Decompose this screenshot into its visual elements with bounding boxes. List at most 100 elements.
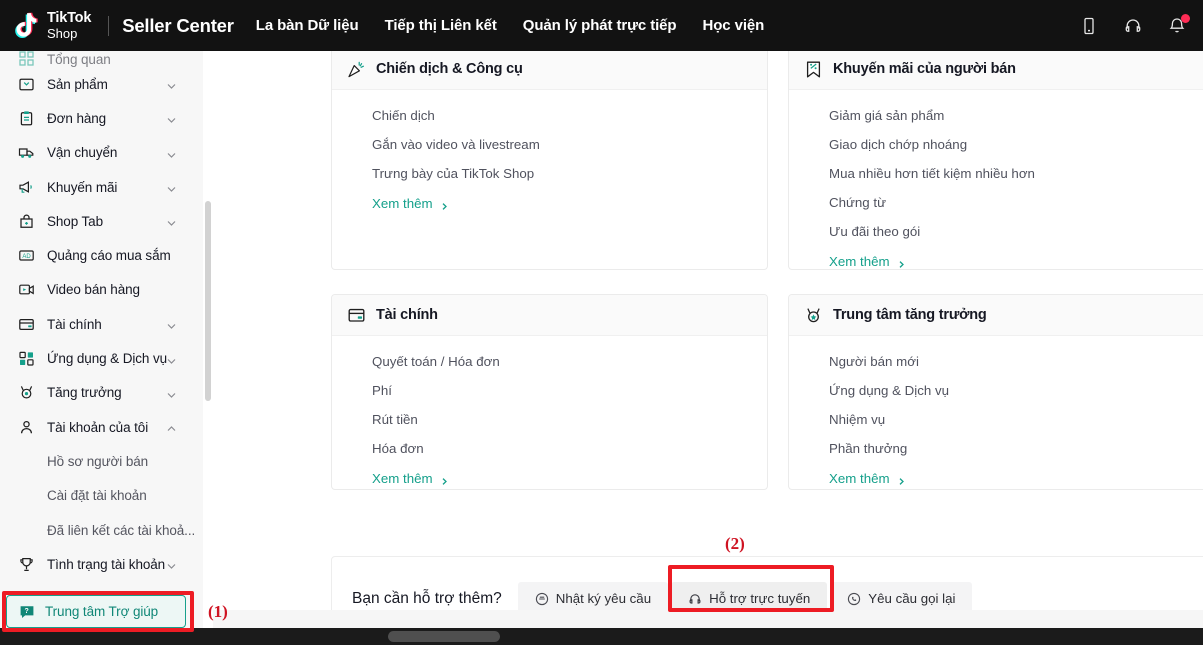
chevron-down-icon	[166, 79, 177, 90]
card-see-more-link[interactable]: Xem thêm	[372, 471, 449, 486]
card-campaigns-tools: Chiến dịch & Công cụ Chiến dịch Gắn vào …	[331, 51, 768, 270]
chevron-down-icon	[166, 147, 177, 158]
help-center-pill[interactable]: ? Trung tâm Trợ giúp	[6, 595, 186, 628]
sidebar-subitem-account-settings[interactable]: Cài đặt tài khoản	[0, 479, 203, 513]
card-link[interactable]: Ưu đãi theo gói	[829, 224, 1203, 239]
tiktok-shop-logo[interactable]: TikTok Shop	[14, 11, 91, 40]
truck-icon	[18, 144, 35, 161]
card-link[interactable]: Hóa đơn	[372, 441, 767, 456]
card-link[interactable]: Phí	[372, 383, 767, 398]
card-link[interactable]: Chiến dịch	[372, 108, 767, 123]
nav-item-affiliate-marketing[interactable]: Tiếp thị Liên kết	[385, 17, 497, 34]
main-content: Chiến dịch & Công cụ Chiến dịch Gắn vào …	[213, 51, 1203, 628]
card-see-more-link[interactable]: Xem thêm	[829, 471, 906, 486]
card-body: Người bán mới Ứng dụng & Dịch vụ Nhiệm v…	[789, 336, 1203, 488]
card-header: Tài chính	[332, 295, 767, 336]
card-link[interactable]: Giảm giá sản phẩm	[829, 108, 1203, 123]
card-link[interactable]: Nhiệm vụ	[829, 412, 1203, 427]
card-title: Tài chính	[376, 307, 438, 323]
horizontal-scrollbar[interactable]	[0, 628, 1203, 645]
sidebar-item-label: Tài chính	[47, 316, 102, 332]
support-button-label: Hỗ trợ trực tuyến	[709, 591, 811, 606]
chevron-right-icon	[897, 257, 906, 268]
sidebar-menu: Tổng quan Sản phẩm Đơn hàng Vận chuyển K…	[0, 51, 203, 581]
sidebar-item-label: Sản phẩm	[47, 76, 108, 92]
ad-icon: AD	[18, 247, 35, 264]
svg-text:AD: AD	[22, 254, 31, 260]
sidebar-item-label: Khuyến mãi	[47, 179, 118, 195]
trophy-icon	[18, 556, 35, 573]
chevron-right-icon	[440, 474, 449, 485]
discount-tag-icon	[804, 60, 823, 79]
card-link[interactable]: Quyết toán / Hóa đơn	[372, 354, 767, 369]
sidebar-item-apps-services[interactable]: Ứng dụng & Dịch vụ	[0, 341, 203, 375]
sidebar-item-promotions[interactable]: Khuyến mãi	[0, 170, 203, 204]
chevron-down-icon	[166, 113, 177, 124]
sidebar-item-shopping-ads[interactable]: AD Quảng cáo mua sắm	[0, 238, 203, 272]
card-link[interactable]: Trưng bày của TikTok Shop	[372, 166, 767, 181]
card-link[interactable]: Chứng từ	[829, 195, 1203, 210]
sidebar-item-label: Đơn hàng	[47, 110, 107, 126]
sidebar-item-help-center[interactable]: ? Trung tâm Trợ giúp	[6, 595, 186, 628]
sidebar-subitem-label: Hồ sơ người bán	[47, 453, 149, 469]
card-body: Giảm giá sản phẩm Giao dịch chớp nhoáng …	[789, 90, 1203, 271]
card-link[interactable]: Gắn vào video và livestream	[372, 137, 767, 152]
nav-item-live-management[interactable]: Quản lý phát trực tiếp	[523, 17, 677, 34]
content-bottom-spacer	[213, 610, 1203, 628]
card-title: Trung tâm tăng trưởng	[833, 307, 987, 323]
card-link[interactable]: Ứng dụng & Dịch vụ	[829, 383, 1203, 398]
sidebar-item-shop-tab[interactable]: Shop Tab	[0, 204, 203, 238]
brand-wordmark: TikTok Shop	[47, 11, 91, 40]
card-see-more-link[interactable]: Xem thêm	[829, 254, 906, 269]
box-icon	[18, 76, 35, 93]
card-link[interactable]: Mua nhiều hơn tiết kiệm nhiều hơn	[829, 166, 1203, 181]
finance-card-icon	[347, 306, 366, 325]
tiktok-note-icon	[15, 12, 38, 38]
support-button-label: Nhật ký yêu cầu	[555, 591, 652, 606]
bell-icon[interactable]	[1167, 13, 1190, 36]
sidebar-item-products[interactable]: Sản phẩm	[0, 67, 203, 101]
card-seller-promotions: Khuyến mãi của người bán Giảm giá sản ph…	[788, 51, 1203, 270]
sidebar: Tổng quan Sản phẩm Đơn hàng Vận chuyển K…	[0, 51, 213, 645]
sidebar-item-sales-video[interactable]: Video bán hàng	[0, 273, 203, 307]
sidebar-item-account-health[interactable]: Tình trạng tài khoản	[0, 547, 203, 581]
sidebar-item-overview[interactable]: Tổng quan	[0, 51, 203, 67]
sidebar-item-label: Tài khoản của tôi	[47, 419, 149, 435]
sidebar-item-label: Quảng cáo mua sắm	[47, 248, 171, 264]
sidebar-item-orders[interactable]: Đơn hàng	[0, 101, 203, 135]
sidebar-scrollbar[interactable]	[203, 51, 213, 645]
headset-icon[interactable]	[1123, 16, 1143, 36]
sidebar-item-my-account[interactable]: Tài khoản của tôi	[0, 410, 203, 444]
chevron-down-icon	[166, 387, 177, 398]
card-growth-center: Trung tâm tăng trưởng Người bán mới Ứng …	[788, 294, 1203, 490]
card-icon	[18, 316, 35, 333]
nav-item-academy[interactable]: Học viện	[702, 17, 764, 34]
party-popper-icon	[347, 60, 366, 79]
brand-line-1: TikTok	[47, 10, 92, 27]
sidebar-scrollbar-thumb[interactable]	[205, 201, 211, 401]
sidebar-subitem-linked-accounts[interactable]: Đã liên kết các tài khoả...	[0, 513, 203, 547]
sidebar-item-shipping[interactable]: Vận chuyển	[0, 136, 203, 170]
see-more-label: Xem thêm	[829, 471, 890, 486]
card-see-more-link[interactable]: Xem thêm	[372, 196, 449, 211]
bag-icon	[18, 213, 35, 230]
sidebar-item-finance[interactable]: Tài chính	[0, 307, 203, 341]
sidebar-item-growth[interactable]: Tăng trưởng	[0, 376, 203, 410]
svg-text:?: ?	[24, 608, 28, 615]
card-link[interactable]: Phần thưởng	[829, 441, 1203, 456]
card-link[interactable]: Giao dịch chớp nhoáng	[829, 137, 1203, 152]
horizontal-scrollbar-thumb[interactable]	[388, 631, 500, 642]
header-actions	[1079, 13, 1203, 36]
card-link[interactable]: Rút tiền	[372, 412, 767, 427]
card-finance: Tài chính Quyết toán / Hóa đơn Phí Rút t…	[331, 294, 768, 490]
seller-center-title[interactable]: Seller Center	[122, 15, 234, 37]
mobile-icon[interactable]	[1079, 16, 1099, 36]
card-link[interactable]: Người bán mới	[829, 354, 1203, 369]
sidebar-subitem-seller-profile[interactable]: Hồ sơ người bán	[0, 444, 203, 478]
chevron-right-icon	[440, 199, 449, 210]
sidebar-item-label: Tình trạng tài khoản	[47, 556, 166, 572]
nav-item-data-compass[interactable]: La bàn Dữ liệu	[256, 17, 359, 34]
card-body: Quyết toán / Hóa đơn Phí Rút tiền Hóa đơ…	[332, 336, 767, 488]
sidebar-item-label: Tổng quan	[47, 52, 111, 67]
video-icon	[18, 281, 35, 298]
